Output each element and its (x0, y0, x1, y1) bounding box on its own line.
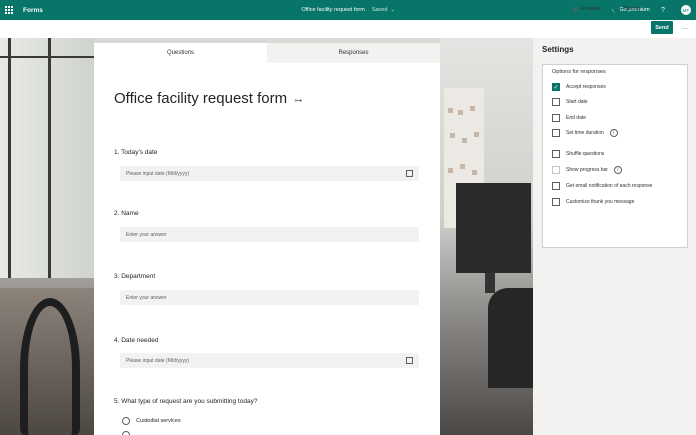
checkbox-checked[interactable]: ✓ (552, 83, 560, 91)
checkbox[interactable] (552, 198, 560, 206)
option-label: Show progress bar (566, 167, 608, 173)
tab-responses-label: Responses (338, 50, 369, 56)
option-email-notification[interactable]: Get email notification of each response (552, 182, 652, 190)
option-label: Shuffle questions (566, 151, 605, 157)
command-bar (0, 20, 696, 38)
chair-image (20, 298, 80, 435)
settings-panel: Settings Options for responses ✓ Accept … (533, 38, 696, 435)
radio-button[interactable] (122, 431, 130, 435)
eye-icon: ◉ (573, 6, 579, 13)
calendar-icon[interactable] (406, 170, 413, 177)
help-button[interactable]: ? (661, 0, 665, 20)
radio-button[interactable] (122, 417, 130, 425)
tab-bar: Questions Responses (94, 43, 440, 63)
checkbox[interactable] (552, 150, 560, 158)
settings-subtitle: Options for responses (552, 69, 606, 75)
option-start-date[interactable]: Start date (552, 98, 588, 106)
preview-label: Preview (581, 6, 601, 12)
form-card: Questions Responses Office facility requ… (94, 43, 440, 435)
preview-button[interactable]: ◉ Preview (573, 0, 601, 18)
theme-button[interactable]: Theme (613, 0, 640, 18)
date-input-1-placeholder: Please input date (M/d/yyyy) (126, 170, 190, 177)
checkbox[interactable] (552, 166, 560, 174)
radio-option-custodial[interactable]: Custodial services (122, 417, 181, 425)
name-input[interactable]: Enter your answer (120, 227, 419, 242)
option-label: Customize thank you message (566, 199, 635, 205)
tab-questions[interactable]: Questions (94, 43, 267, 63)
form-title[interactable]: Office facility request form ⊶ (114, 90, 302, 107)
waffle-icon (5, 6, 13, 14)
settings-title: Settings (542, 45, 574, 54)
avatar[interactable]: MT (680, 4, 692, 16)
checkbox[interactable] (552, 182, 560, 190)
question-1-label: 1. Today's date (114, 149, 158, 156)
question-4-label: 4. Date needed (114, 337, 159, 344)
department-input-placeholder: Enter your answer (126, 294, 167, 301)
option-label: Get email notification of each response (566, 183, 653, 189)
option-shuffle-questions[interactable]: Shuffle questions (552, 150, 604, 158)
option-show-progress-bar[interactable]: Show progress bar i (552, 166, 622, 174)
date-input-1[interactable]: Please input date (M/d/yyyy) (120, 166, 419, 181)
app-launcher-button[interactable] (0, 0, 18, 20)
option-end-date[interactable]: End date (552, 114, 586, 122)
info-icon[interactable]: i (613, 166, 622, 174)
document-title[interactable]: Office facility request form (301, 7, 364, 13)
question-2-label: 2. Name (114, 210, 139, 217)
checkbox[interactable] (552, 129, 560, 137)
option-label: End date (566, 115, 587, 121)
date-input-2-placeholder: Please input date (M/d/yyyy) (126, 357, 190, 364)
theme-label: Theme (623, 6, 641, 12)
settings-options-box: Options for responses ✓ Accept responses… (542, 64, 688, 248)
question-3-label: 3. Department (114, 273, 156, 280)
option-customize-thank-you[interactable]: Customize thank you message (552, 198, 634, 206)
info-icon[interactable]: i (609, 129, 618, 137)
send-button[interactable]: Send (651, 21, 673, 34)
more-options-button[interactable]: ··· (682, 20, 688, 38)
checkbox[interactable] (552, 114, 560, 122)
radio-option-label: Custodial services (136, 418, 181, 424)
question-5-label: 5. What type of request are you submitti… (114, 398, 258, 405)
monitor-image (456, 183, 531, 273)
option-label: Accept responses (566, 84, 606, 90)
option-label: Start date (566, 99, 588, 105)
send-label: Send (655, 24, 669, 31)
avatar-initials: MT (682, 7, 690, 13)
monitor-stand-image (485, 273, 495, 293)
form-title-text: Office facility request form (114, 90, 288, 107)
option-set-time-duration[interactable]: Set time duration i (552, 129, 618, 137)
calendar-icon[interactable] (406, 357, 413, 364)
ellipsis-icon: ··· (682, 26, 688, 32)
tab-questions-label: Questions (166, 50, 194, 56)
chair-image-right (488, 288, 533, 388)
name-input-placeholder: Enter your answer (126, 231, 167, 238)
department-input[interactable]: Enter your answer (120, 290, 419, 305)
palette-icon (613, 5, 620, 13)
help-icon: ? (661, 6, 665, 14)
option-label: Set time duration (566, 130, 604, 136)
window-image (0, 38, 94, 278)
branching-icon: ⊶ (294, 96, 303, 105)
option-accept-responses[interactable]: ✓ Accept responses (552, 83, 606, 91)
tab-responses[interactable]: Responses (267, 43, 440, 63)
date-input-2[interactable]: Please input date (M/d/yyyy) (120, 353, 419, 368)
checkbox[interactable] (552, 98, 560, 106)
app-name[interactable]: Forms (23, 7, 43, 14)
radio-option-next[interactable] (122, 431, 136, 435)
